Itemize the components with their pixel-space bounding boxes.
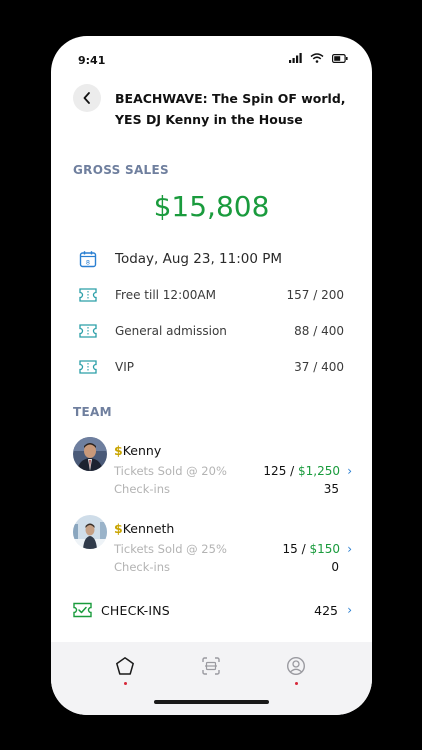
team-member[interactable]: $Kenny Tickets Sold @ 20% 125 / $1,250 ›…	[73, 437, 352, 497]
ticket-name: Free till 12:00AM	[115, 288, 216, 302]
chevron-right-icon: ›	[347, 603, 352, 617]
ticket-check-icon	[73, 602, 92, 622]
checkins-label: CHECK-INS	[101, 603, 170, 618]
back-button[interactable]	[73, 84, 101, 112]
tab-profile[interactable]	[281, 656, 311, 690]
tickets-sold-value: 125 / $1,250	[263, 464, 340, 478]
wifi-icon	[310, 53, 324, 63]
tab-scan[interactable]	[196, 656, 226, 690]
ticket-row: Free till 12:00AM 157 / 200	[79, 285, 344, 305]
gross-sales-value: $15,808	[153, 190, 270, 223]
signal-icon	[289, 53, 302, 63]
member-checkins-count: 35	[323, 482, 339, 496]
checkins-row[interactable]: CHECK-INS 425 ›	[73, 601, 352, 623]
member-name-text: Kenny	[122, 443, 162, 458]
tickets-sold-label: Tickets Sold @ 20%	[114, 464, 227, 478]
calendar-day: 8	[86, 258, 90, 266]
checkins-label: Check-ins	[114, 482, 171, 496]
tab-bar	[51, 642, 372, 715]
notification-dot	[294, 682, 298, 685]
calendar-icon: 8	[79, 250, 103, 268]
tab-home[interactable]	[110, 656, 140, 690]
ticket-name: VIP	[115, 360, 134, 374]
tickets-sold-amount: $1,250	[298, 464, 340, 478]
home-icon	[116, 657, 134, 675]
tickets-sold-separator: /	[286, 464, 298, 478]
ticket-icon	[79, 288, 103, 302]
checkins-total: 425	[314, 603, 338, 618]
member-name: $Kenny	[114, 443, 161, 458]
gross-sales-label: GROSS SALES	[73, 163, 169, 177]
status-bar: 9:41	[51, 36, 372, 84]
status-time: 9:41	[78, 54, 106, 67]
scan-icon	[202, 657, 220, 675]
dollar-badge: $	[114, 443, 123, 458]
team-label: TEAM	[73, 405, 112, 419]
member-checkins-count: 0	[331, 560, 339, 574]
ticket-row: VIP 37 / 400	[79, 357, 344, 377]
event-date: Today, Aug 23, 11:00 PM	[115, 251, 283, 267]
chevron-right-icon: ›	[347, 464, 352, 478]
avatar	[73, 437, 107, 471]
event-title: BEACHWAVE: The Spin OF world, YES DJ Ken…	[115, 91, 346, 127]
battery-icon	[332, 53, 348, 63]
checkins-label: Check-ins	[114, 560, 171, 574]
tickets-sold-count: 15	[282, 542, 298, 556]
member-name-text: Kenneth	[122, 521, 175, 536]
member-name: $Kenneth	[114, 521, 174, 536]
chevron-left-icon	[83, 92, 90, 104]
tickets-sold-value: 15 / $150	[283, 542, 341, 556]
avatar	[73, 515, 107, 549]
ticket-icon	[79, 324, 103, 338]
ticket-icon	[79, 360, 103, 374]
tickets-sold-count: 125	[263, 464, 287, 478]
ticket-row: General admission 88 / 400	[79, 321, 344, 341]
event-date-row: 8 Today, Aug 23, 11:00 PM	[79, 249, 344, 269]
tickets-sold-amount: $150	[309, 542, 340, 556]
home-indicator	[154, 700, 269, 704]
status-icons	[289, 53, 348, 63]
ticket-count: 37 / 400	[294, 360, 344, 374]
phone-screen: 9:41 BEACHWAVE: The Spin OF world, YES D…	[51, 36, 372, 715]
ticket-name: General admission	[115, 324, 227, 338]
ticket-count: 157 / 200	[286, 288, 344, 302]
team-member[interactable]: $Kenneth Tickets Sold @ 25% 15 / $150 › …	[73, 515, 352, 575]
tickets-sold-label: Tickets Sold @ 25%	[114, 542, 227, 556]
tickets-sold-separator: /	[297, 542, 310, 556]
ticket-count: 88 / 400	[294, 324, 344, 338]
chevron-right-icon: ›	[347, 542, 352, 556]
dollar-badge: $	[114, 521, 123, 536]
active-dot	[123, 682, 127, 685]
profile-icon	[286, 656, 306, 676]
